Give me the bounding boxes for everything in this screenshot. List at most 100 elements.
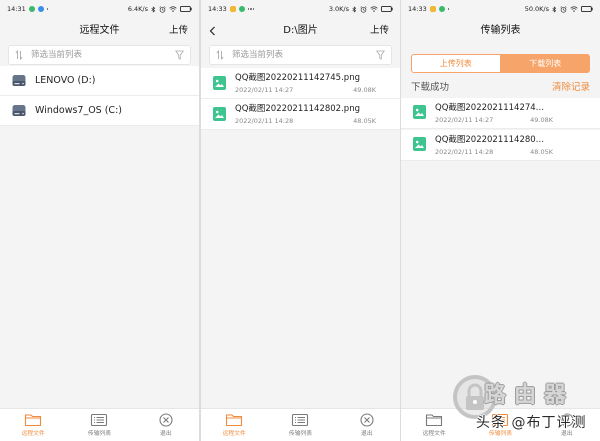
file-size: 48.05K [530, 148, 553, 156]
upload-button[interactable]: 上传 [370, 18, 389, 44]
nav-exit[interactable]: 退出 [334, 409, 400, 441]
status-bar: 14:33 50.0K/s [401, 0, 600, 18]
nav-remote-files[interactable]: 远程文件 [201, 409, 267, 441]
notification-icon [28, 6, 35, 12]
nav-label: 传输列表 [288, 431, 313, 437]
sort-icon[interactable] [216, 50, 224, 60]
more-notifications-icon [46, 8, 49, 10]
transfer-row[interactable]: QQ截图2022021114274… 2022/02/11 14:27 49.0… [401, 98, 600, 129]
screen-transfer-list: 14:33 50.0K/s 传输列表 上传列表 下载列表 下载成功 清除记录 Q… [401, 0, 600, 441]
status-left: 14:33 [208, 5, 255, 13]
nav-remote-files[interactable]: 远程文件 [401, 409, 467, 441]
tab-upload-list[interactable]: 上传列表 [411, 54, 501, 73]
nav-label: 传输列表 [87, 431, 112, 437]
bluetooth-icon [352, 5, 357, 13]
status-left: 14:31 [7, 5, 49, 13]
folder-icon [426, 414, 443, 427]
drive-row-d[interactable]: LENOVO (D:) [0, 66, 199, 96]
image-file-icon [213, 76, 226, 90]
file-date: 2022/02/11 14:28 [435, 148, 494, 156]
folder-icon [226, 414, 243, 427]
more-notifications-icon [447, 8, 450, 10]
bottom-nav: 远程文件 传输列表 退出 [0, 408, 199, 441]
nav-label: 退出 [361, 431, 373, 437]
file-row[interactable]: QQ截图20220211142802.png 2022/02/11 14:28 … [201, 99, 400, 130]
file-date: 2022/02/11 14:28 [235, 117, 294, 125]
page-title: 传输列表 [480, 25, 521, 36]
image-file-icon [413, 137, 426, 151]
screen-remote-files: 14:31 6.4K/s 远程文件 上传 LENOVO (D:) Windows… [0, 0, 199, 441]
filter-icon[interactable] [376, 50, 385, 60]
file-row[interactable]: QQ截图20220211142745.png 2022/02/11 14:27 … [201, 68, 400, 99]
nav-label: 远程文件 [422, 431, 446, 437]
title-bar: D:\图片 上传 [201, 18, 400, 44]
status-right: 3.0K/s [329, 5, 393, 13]
bottom-nav: 远程文件 传输列表 退出 [401, 408, 600, 441]
title-bar: 传输列表 [401, 18, 600, 44]
notification-icon [229, 6, 236, 12]
wifi-icon [370, 6, 378, 12]
status-bar: 14:31 6.4K/s [0, 0, 199, 18]
nav-label: 远程文件 [222, 431, 246, 437]
search-input[interactable] [232, 46, 362, 64]
list-icon [492, 413, 509, 427]
notification-icon [438, 6, 445, 12]
nav-exit[interactable]: 退出 [534, 409, 600, 441]
page-title: 远程文件 [79, 25, 120, 36]
list-icon [292, 413, 309, 427]
transfer-row[interactable]: QQ截图2022021114280… 2022/02/11 14:28 48.0… [401, 130, 600, 161]
status-right: 6.4K/s [128, 5, 192, 13]
close-circle-icon [360, 413, 374, 427]
close-circle-icon [159, 413, 173, 427]
hard-drive-icon [12, 75, 26, 86]
wifi-icon [570, 6, 578, 12]
sort-icon[interactable] [15, 50, 23, 60]
network-speed: 50.0K/s [524, 5, 549, 13]
file-size: 48.05K [353, 117, 376, 125]
section-title: 下载成功 [411, 82, 450, 93]
page-title: D:\图片 [283, 25, 318, 36]
wifi-icon [169, 6, 177, 12]
more-notifications-icon [247, 8, 255, 10]
close-circle-icon [560, 413, 574, 427]
folder-icon [25, 414, 42, 427]
search-input[interactable] [31, 46, 161, 64]
nav-transfer-list[interactable]: 传输列表 [467, 409, 533, 441]
section-header: 下载成功 清除记录 [411, 80, 590, 95]
drive-row-c[interactable]: Windows7_OS (C:) [0, 96, 199, 126]
status-left: 14:33 [408, 5, 450, 13]
tab-download-list[interactable]: 下载列表 [500, 54, 590, 73]
file-size: 49.08K [353, 86, 376, 94]
battery-icon [581, 6, 593, 12]
file-size: 49.08K [530, 116, 553, 124]
nav-label: 远程文件 [21, 431, 45, 437]
alarm-icon [360, 5, 367, 13]
clear-records-button[interactable]: 清除记录 [552, 80, 590, 95]
upload-button[interactable]: 上传 [169, 18, 188, 44]
nav-remote-files[interactable]: 远程文件 [0, 409, 66, 441]
notification-icon [37, 6, 44, 12]
file-name: QQ截图2022021114274… [435, 103, 545, 113]
network-speed: 6.4K/s [127, 5, 148, 13]
bottom-nav: 远程文件 传输列表 退出 [201, 408, 400, 441]
file-name: QQ截图20220211142745.png [235, 73, 360, 83]
network-speed: 3.0K/s [328, 5, 349, 13]
nav-transfer-list[interactable]: 传输列表 [267, 409, 333, 441]
status-bar: 14:33 3.0K/s [201, 0, 400, 18]
filter-icon[interactable] [175, 50, 184, 60]
alarm-icon [560, 5, 567, 13]
nav-exit[interactable]: 退出 [133, 409, 199, 441]
file-date: 2022/02/11 14:27 [435, 116, 494, 124]
screen-folder: 14:33 3.0K/s D:\图片 上传 QQ截图20220211142745… [201, 0, 400, 441]
nav-label: 传输列表 [488, 431, 513, 437]
bluetooth-icon [151, 5, 156, 13]
file-name: QQ截图2022021114280… [435, 135, 545, 145]
nav-transfer-list[interactable]: 传输列表 [66, 409, 132, 441]
battery-icon [381, 6, 393, 12]
status-time: 14:33 [408, 5, 427, 13]
chevron-left-icon[interactable] [209, 26, 216, 36]
image-file-icon [413, 105, 426, 119]
file-date: 2022/02/11 14:27 [235, 86, 294, 94]
status-time: 14:33 [208, 5, 227, 13]
file-name: QQ截图20220211142802.png [235, 104, 360, 114]
